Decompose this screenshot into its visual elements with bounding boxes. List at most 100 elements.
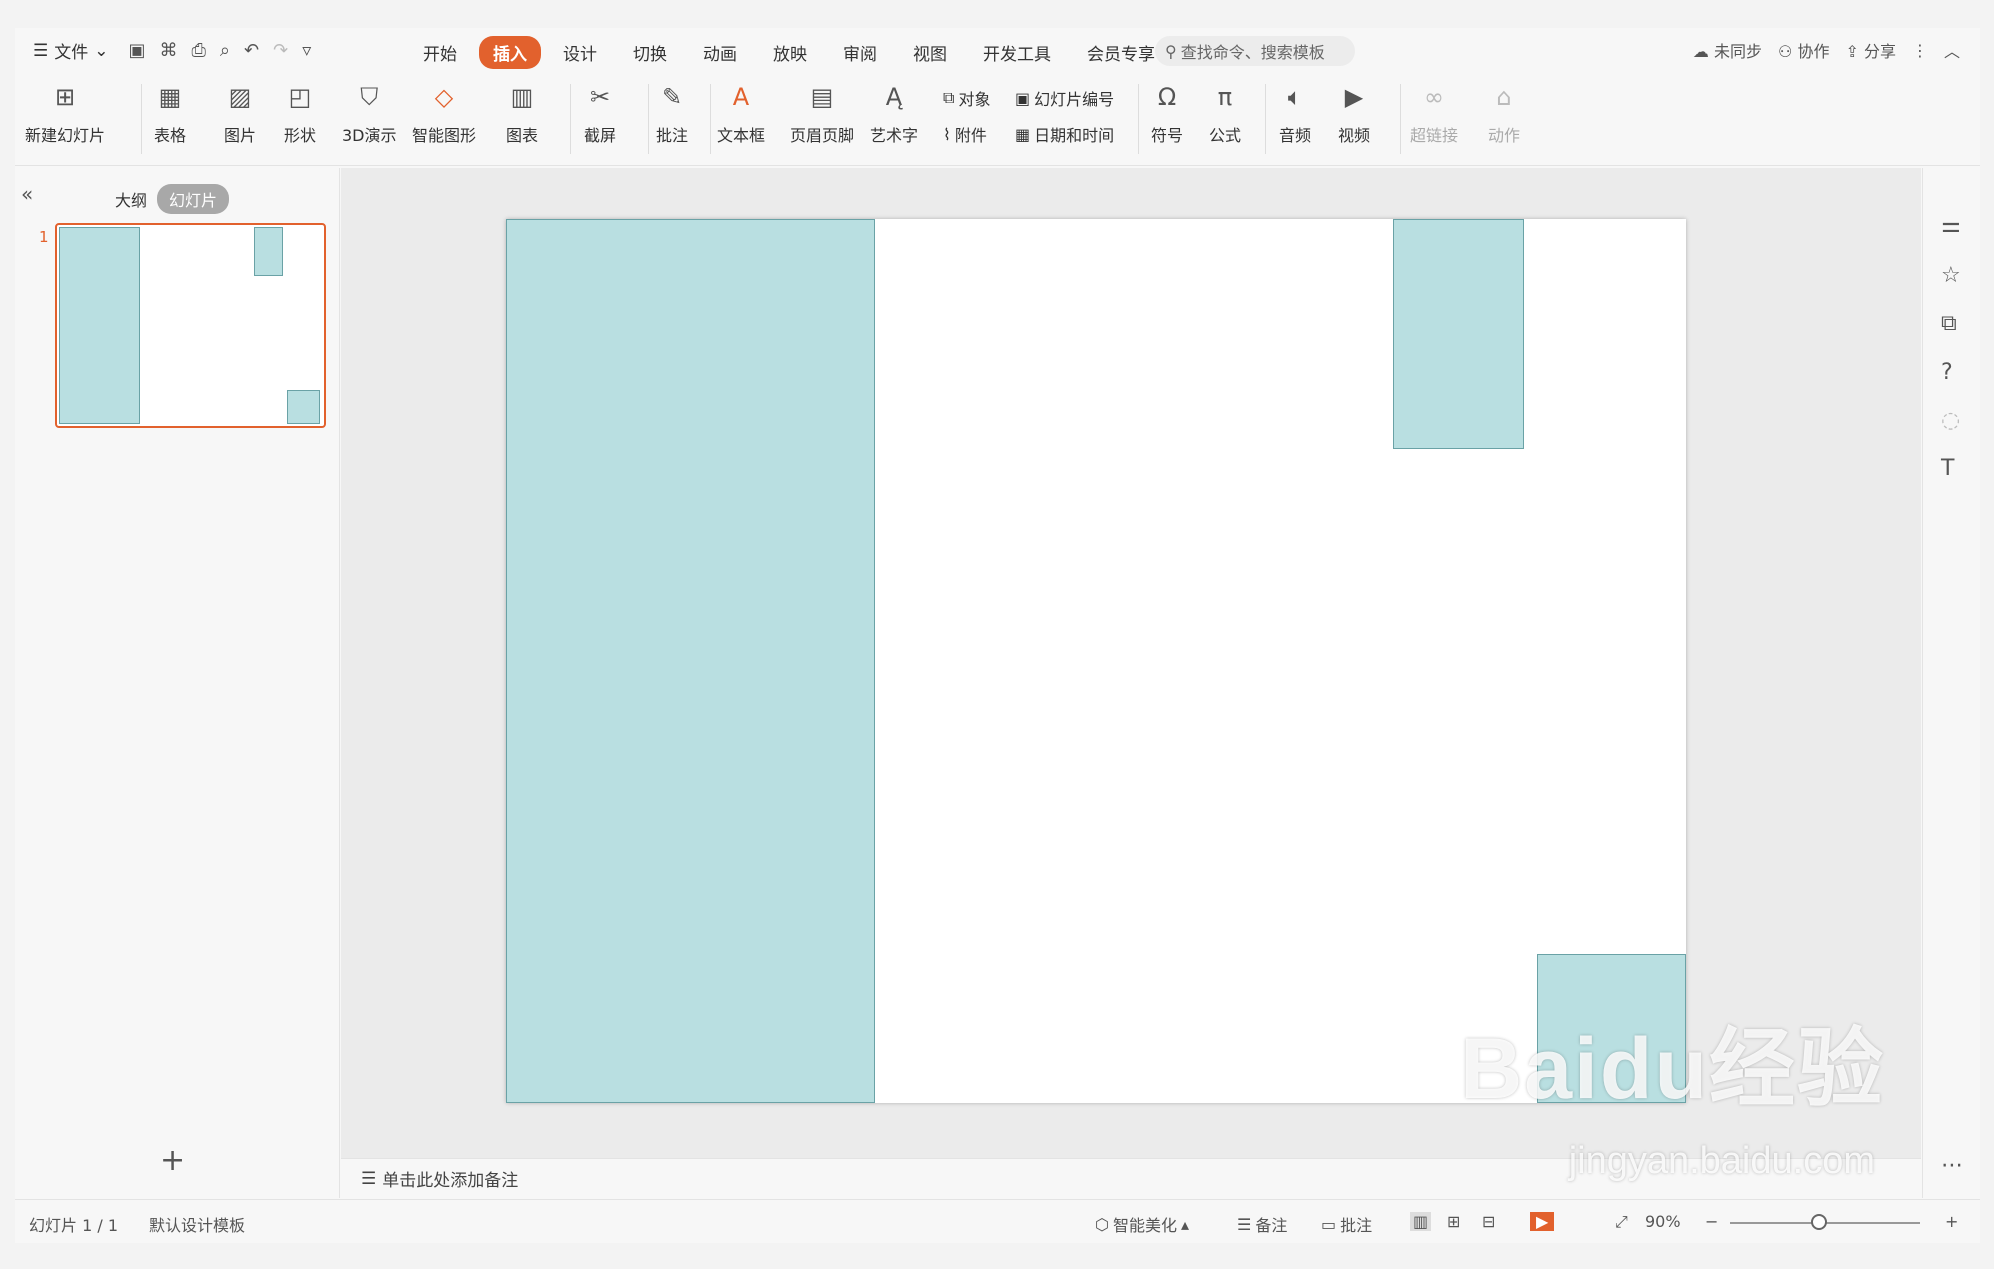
grid-view-icon[interactable]: ⊞: [1447, 1212, 1460, 1231]
tab-outline[interactable]: 大纲: [115, 187, 147, 211]
ribbon-divider: [1400, 84, 1401, 154]
file-menu-group: ☰ 文件 ⌄ ▣ ⌘ ⎙ ⌕ ↶ ↷ ▿: [33, 38, 311, 63]
ribbon-divider: [570, 84, 571, 154]
wordart-button[interactable]: Ą 艺术字: [870, 80, 918, 146]
tab-home[interactable]: 开始: [409, 36, 471, 69]
tab-transitions[interactable]: 切换: [619, 36, 681, 69]
command-search-input[interactable]: ⚲ 查找命令、搜索模板: [1155, 36, 1355, 66]
chart-icon: ▥: [510, 83, 534, 111]
audio-button[interactable]: 🔈︎ 音频: [1278, 80, 1312, 146]
smart-beautify-button[interactable]: ⬡ 智能美化 ▴: [1095, 1212, 1189, 1236]
header-footer-button[interactable]: ▤ 页眉页脚: [790, 80, 854, 146]
slide-library-icon[interactable]: ⧉: [1941, 311, 1957, 336]
more-icon[interactable]: ⋯: [1941, 1153, 1963, 1178]
chevron-up-icon: ▴: [1180, 1214, 1190, 1234]
new-slide-button[interactable]: ⊞ 新建幻灯片: [25, 80, 105, 146]
watermark-url: jingyan.baidu.com: [1568, 1140, 1875, 1182]
symbol-button[interactable]: Ω 符号: [1150, 80, 1184, 146]
shape-icon: ◰: [288, 83, 312, 111]
comment-button[interactable]: ✎ 批注: [655, 80, 689, 146]
comments-toggle-button[interactable]: ▭ 批注: [1321, 1212, 1372, 1236]
tab-insert[interactable]: 插入: [479, 36, 541, 69]
reading-view-icon[interactable]: ⊟: [1482, 1212, 1495, 1231]
object-icon: ⧉: [943, 88, 955, 107]
collapse-ribbon-icon[interactable]: ︿: [1944, 38, 1960, 62]
slide-canvas[interactable]: [506, 219, 1686, 1103]
normal-view-icon[interactable]: ▥: [1410, 1212, 1432, 1231]
slide-number-button[interactable]: ▣ 幻灯片编号: [1015, 86, 1114, 110]
zoom-slider-knob[interactable]: [1811, 1214, 1827, 1230]
star-icon[interactable]: ☆: [1941, 263, 1961, 288]
screenshot-button[interactable]: ✂ 截屏: [583, 80, 617, 146]
ribbon-divider: [648, 84, 649, 154]
table-button[interactable]: ▦ 表格: [153, 80, 187, 146]
text-icon[interactable]: T: [1941, 456, 1954, 481]
zoom-level[interactable]: 90%: [1645, 1212, 1681, 1231]
zoom-in-button[interactable]: +: [1945, 1212, 1958, 1231]
lightbulb-icon[interactable]: ◌: [1941, 408, 1960, 433]
3d-presentation-button[interactable]: ⛉ 3D演示: [342, 80, 397, 146]
top-right-rectangle-shape[interactable]: [1393, 219, 1524, 449]
chart-button[interactable]: ▥ 图表: [505, 80, 539, 146]
tab-slideshow[interactable]: 放映: [759, 36, 821, 69]
paperclip-icon: ⌇: [943, 124, 951, 144]
tab-animation[interactable]: 动画: [689, 36, 751, 69]
date-time-button[interactable]: ▦ 日期和时间: [1015, 122, 1114, 146]
object-button[interactable]: ⧉ 对象: [943, 86, 990, 110]
properties-icon[interactable]: ⚌: [1941, 213, 1961, 238]
attachment-button[interactable]: ⌇ 附件: [943, 122, 987, 146]
video-button[interactable]: ▶ 视频: [1337, 80, 1371, 146]
tab-view[interactable]: 视图: [899, 36, 961, 69]
add-slide-button[interactable]: +: [160, 1143, 185, 1178]
shape-button[interactable]: ◰ 形状: [283, 80, 317, 146]
formula-label: 公式: [1208, 126, 1241, 145]
help-icon[interactable]: ?: [1941, 360, 1953, 385]
ribbon-tabs: 开始 插入 设计 切换 动画 放映 审阅 视图 开发工具 会员专享: [409, 36, 1177, 69]
sync-button[interactable]: ☁ 未同步: [1693, 38, 1762, 62]
left-rectangle-shape[interactable]: [506, 219, 875, 1103]
tab-developer[interactable]: 开发工具: [969, 36, 1065, 69]
file-menu-label: 文件: [54, 43, 89, 63]
textbox-button[interactable]: A 文本框: [717, 80, 765, 146]
format-painter-icon[interactable]: ⌘: [160, 40, 178, 61]
tab-slides[interactable]: 幻灯片: [157, 184, 230, 214]
action-button[interactable]: ⌂ 动作: [1487, 80, 1521, 146]
customize-toolbar-icon[interactable]: ▿: [302, 40, 311, 61]
comment-label: 批注: [655, 126, 688, 145]
user-icon: ⚇: [1778, 42, 1793, 61]
hyperlink-label: 超链接: [1410, 126, 1459, 145]
share-button[interactable]: ⇪ 分享: [1845, 38, 1896, 62]
chart-label: 图表: [505, 126, 538, 145]
hyperlink-button[interactable]: ∞ 超链接: [1410, 80, 1458, 146]
template-name[interactable]: 默认设计模板: [149, 1212, 245, 1236]
video-label: 视频: [1337, 126, 1370, 145]
fit-window-icon[interactable]: ⤢: [1615, 1212, 1628, 1232]
save-icon[interactable]: ▣: [129, 40, 146, 61]
file-menu[interactable]: ☰ 文件 ⌄: [33, 38, 109, 64]
smart-shape-button[interactable]: ◇ 智能图形: [412, 80, 476, 146]
collab-button[interactable]: ⚇ 协作: [1778, 38, 1829, 62]
undo-icon[interactable]: ↶: [244, 40, 259, 61]
collapse-pane-icon[interactable]: «: [21, 182, 33, 206]
formula-button[interactable]: π 公式: [1208, 80, 1242, 146]
print-preview-icon[interactable]: ⌕: [220, 40, 230, 61]
more-options-icon[interactable]: ⋮: [1912, 41, 1928, 60]
picture-button[interactable]: ▨ 图片: [223, 80, 257, 146]
redo-icon[interactable]: ↷: [273, 40, 288, 61]
slide-thumbnail[interactable]: [55, 223, 326, 428]
notes-toggle-button[interactable]: ☰ 备注: [1237, 1212, 1287, 1236]
zoom-out-button[interactable]: −: [1705, 1212, 1718, 1231]
3d-label: 3D演示: [342, 126, 397, 145]
slide-number: 1: [39, 228, 49, 246]
tab-review[interactable]: 审阅: [829, 36, 891, 69]
textbox-icon: A: [732, 83, 750, 111]
pane-tabs: 大纲 幻灯片: [115, 184, 230, 214]
omega-icon: Ω: [1157, 83, 1177, 111]
play-slideshow-button[interactable]: ▶: [1530, 1212, 1555, 1231]
thumb-top-rectangle: [254, 227, 283, 276]
slide-number-label: 幻灯片编号: [1034, 90, 1115, 109]
tab-design[interactable]: 设计: [549, 36, 611, 69]
slide-thumbnail-pane: « 大纲 幻灯片 1 +: [15, 168, 340, 1198]
ribbon-divider: [1265, 84, 1266, 154]
print-icon[interactable]: ⎙: [192, 40, 206, 61]
